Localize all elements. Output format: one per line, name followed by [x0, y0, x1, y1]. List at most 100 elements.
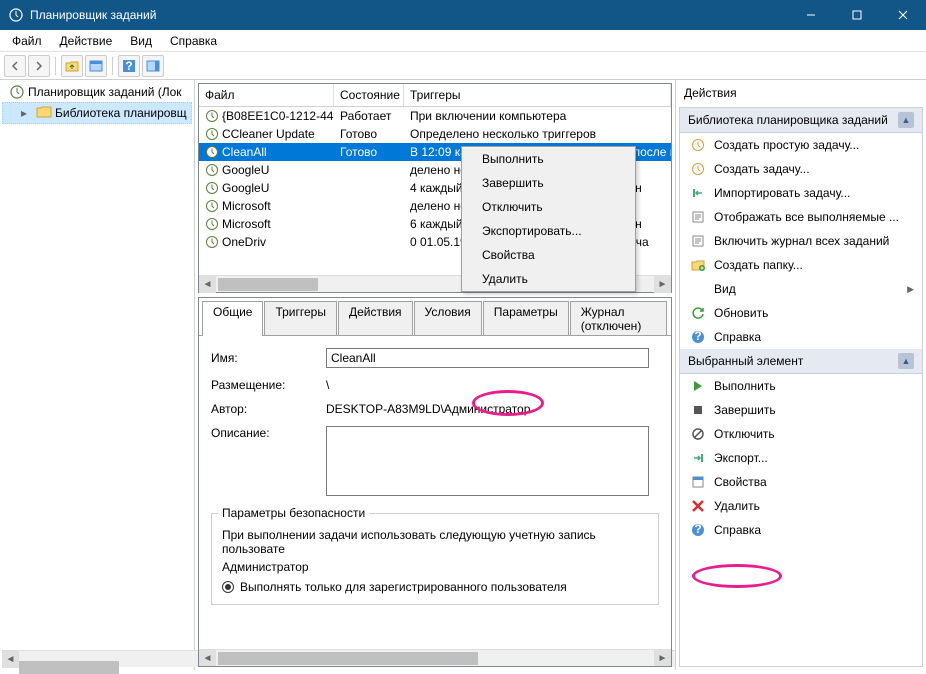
- tab-conditions[interactable]: Условия: [414, 301, 482, 336]
- action-sel-удалить[interactable]: Удалить: [680, 494, 922, 518]
- ctx-disable[interactable]: Отключить: [462, 195, 635, 219]
- radio-icon: [222, 581, 234, 593]
- help-icon[interactable]: ?: [118, 55, 140, 77]
- action-создать-папку-[interactable]: Создать папку...: [680, 253, 922, 277]
- action-создать-задачу-[interactable]: Создать задачу...: [680, 157, 922, 181]
- actions-pane: Действия Библиотека планировщика заданий…: [676, 80, 926, 670]
- name-label: Имя:: [211, 351, 326, 365]
- section-selected[interactable]: Выбранный элемент ▲: [680, 349, 922, 374]
- create-icon: [690, 161, 706, 177]
- tab-triggers[interactable]: Триггеры: [264, 301, 337, 336]
- col-triggers[interactable]: Триггеры: [404, 84, 671, 106]
- scheduler-icon: [9, 84, 25, 100]
- action-sel-свойства[interactable]: Свойства: [680, 470, 922, 494]
- col-file[interactable]: Файл: [199, 84, 334, 106]
- detail-scrollbar[interactable]: ◄ ►: [199, 649, 671, 666]
- ctx-run[interactable]: Выполнить: [462, 147, 635, 171]
- help-icon: ?: [690, 329, 706, 345]
- folder-up-icon[interactable]: [61, 55, 83, 77]
- action-sel-завершить[interactable]: Завершить: [680, 398, 922, 422]
- menu-file[interactable]: Файл: [3, 31, 51, 51]
- help-icon: ?: [690, 522, 706, 538]
- folder-icon: [36, 105, 52, 121]
- view-icon: [690, 281, 706, 297]
- action-обновить[interactable]: Обновить: [680, 301, 922, 325]
- context-menu: Выполнить Завершить Отключить Экспортиро…: [461, 146, 636, 292]
- action-sel-экспорт-[interactable]: Экспорт...: [680, 446, 922, 470]
- menu-view[interactable]: Вид: [121, 31, 161, 51]
- task-row[interactable]: {B08EE1C0-1212-441...РаботаетПри включен…: [199, 107, 671, 125]
- action-pane-icon[interactable]: [142, 55, 164, 77]
- log-icon: [690, 209, 706, 225]
- action-импортировать-задачу-[interactable]: Импортировать задачу...: [680, 181, 922, 205]
- clock-icon: [205, 109, 219, 123]
- chevron-up-icon: ▲: [898, 353, 914, 369]
- chevron-up-icon: ▲: [898, 112, 914, 128]
- clock-icon: [205, 127, 219, 141]
- tree-root[interactable]: Планировщик заданий (Лок: [2, 82, 192, 102]
- action-создать-простую-задачу-[interactable]: Создать простую задачу...: [680, 133, 922, 157]
- tab-general[interactable]: Общие: [202, 301, 263, 336]
- expand-arrow-icon: ▶: [907, 284, 914, 295]
- center-pane: Файл Состояние Триггеры {B08EE1C0-1212-4…: [195, 80, 676, 670]
- clock-icon: [205, 163, 219, 177]
- menu-help[interactable]: Справка: [161, 31, 226, 51]
- security-legend: Параметры безопасности: [218, 506, 369, 520]
- action-отображать-все-выполняемые-[interactable]: Отображать все выполняемые ...: [680, 205, 922, 229]
- details-pane: Общие Триггеры Действия Условия Параметр…: [198, 297, 672, 667]
- loc-value: \: [326, 378, 659, 392]
- menu-action[interactable]: Действие: [51, 31, 122, 51]
- create-icon: [690, 137, 706, 153]
- pane-icon[interactable]: [85, 55, 107, 77]
- clock-icon: [205, 199, 219, 213]
- author-value: DESKTOP-A83M9LD\Администратор: [326, 402, 659, 416]
- section-library-label: Библиотека планировщика заданий: [688, 113, 888, 127]
- window-title: Планировщик заданий: [30, 8, 788, 22]
- actions-title: Действия: [676, 80, 926, 106]
- new-folder-icon: [690, 257, 706, 273]
- security-user: Администратор: [222, 560, 648, 574]
- tree-library[interactable]: ▸ Библиотека планировщ: [2, 102, 192, 124]
- log-icon: [690, 233, 706, 249]
- clock-icon: [205, 145, 219, 159]
- tree-pane: Планировщик заданий (Лок ▸ Библиотека пл…: [0, 80, 195, 670]
- expand-icon[interactable]: ▸: [21, 106, 31, 120]
- forward-icon[interactable]: [28, 55, 50, 77]
- section-library[interactable]: Библиотека планировщика заданий ▲: [680, 108, 922, 133]
- tab-journal[interactable]: Журнал (отключен): [570, 301, 667, 336]
- action-sel-выполнить[interactable]: Выполнить: [680, 374, 922, 398]
- title-bar: Планировщик заданий: [0, 0, 926, 30]
- action-sel-отключить[interactable]: Отключить: [680, 422, 922, 446]
- radio-label: Выполнять только для зарегистрированного…: [240, 580, 567, 594]
- action-вид[interactable]: Вид▶: [680, 277, 922, 301]
- ctx-props[interactable]: Свойства: [462, 243, 635, 267]
- desc-field[interactable]: [326, 426, 649, 496]
- list-header: Файл Состояние Триггеры: [199, 84, 671, 107]
- clock-icon: [205, 235, 219, 249]
- toolbar: ?: [0, 52, 926, 80]
- action-справка[interactable]: ?Справка: [680, 325, 922, 349]
- ctx-end[interactable]: Завершить: [462, 171, 635, 195]
- tree-scrollbar[interactable]: ◄ ►: [2, 650, 195, 667]
- menu-bar: Файл Действие Вид Справка: [0, 30, 926, 52]
- import-icon: [690, 185, 706, 201]
- tab-actions[interactable]: Действия: [338, 301, 413, 336]
- ctx-export[interactable]: Экспортировать...: [462, 219, 635, 243]
- action-sel-справка[interactable]: ?Справка: [680, 518, 922, 542]
- highlight-delete-action: [692, 564, 782, 588]
- task-row[interactable]: CCleaner UpdateГотовоОпределено нескольк…: [199, 125, 671, 143]
- detail-tabs: Общие Триггеры Действия Условия Параметр…: [199, 298, 671, 336]
- close-button[interactable]: [880, 0, 926, 30]
- ctx-delete[interactable]: Удалить: [462, 267, 635, 291]
- clock-icon: [205, 217, 219, 231]
- action-включить-журнал-всех-заданий[interactable]: Включить журнал всех заданий: [680, 229, 922, 253]
- back-icon[interactable]: [4, 55, 26, 77]
- tree-root-label: Планировщик заданий (Лок: [28, 85, 182, 99]
- radio-logged-on-only[interactable]: Выполнять только для зарегистрированного…: [222, 580, 648, 594]
- clock-icon: [205, 181, 219, 195]
- maximize-button[interactable]: [834, 0, 880, 30]
- tab-params[interactable]: Параметры: [483, 301, 569, 336]
- name-field[interactable]: CleanAll: [326, 348, 649, 368]
- minimize-button[interactable]: [788, 0, 834, 30]
- col-state[interactable]: Состояние: [334, 84, 404, 106]
